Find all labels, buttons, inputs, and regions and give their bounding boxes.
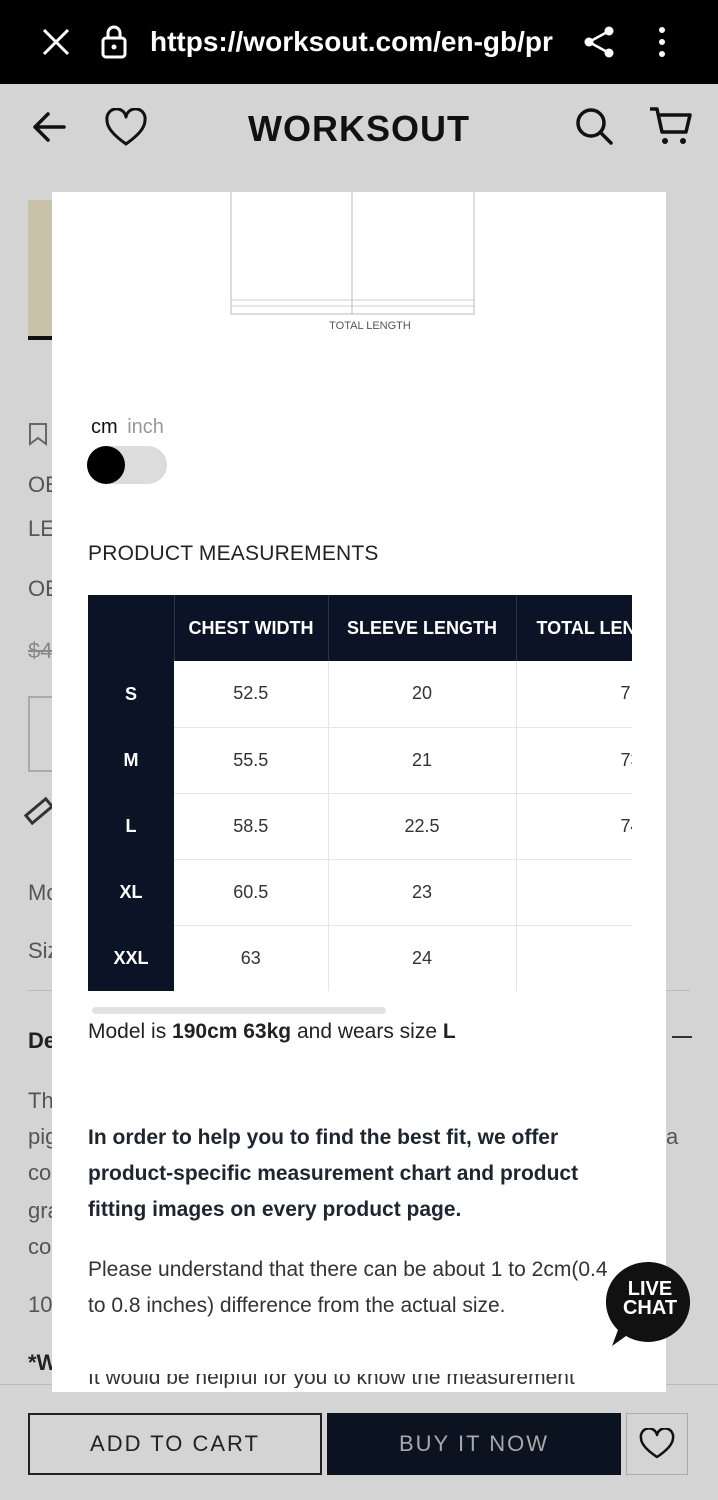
live-chat-label: LIVE CHAT <box>606 1279 694 1319</box>
url-bar[interactable]: https://worksout.com/en-gb/pr <box>150 26 560 58</box>
bg-text-fragment: a <box>666 1124 679 1149</box>
bg-text-fragment: LE <box>28 516 55 541</box>
browser-toolbar: https://worksout.com/en-gb/pr <box>0 0 718 84</box>
table-row: XL 60.5 23 77 <box>88 859 632 926</box>
table-cell: 22.5 <box>328 793 517 860</box>
column-header: CHEST WIDTH <box>174 595 329 661</box>
size-label: L <box>88 793 174 859</box>
bg-text-fragment: co <box>28 1160 52 1185</box>
garment-measurement-diagram <box>230 192 475 315</box>
table-cell: 52.5 <box>174 661 329 728</box>
table-cell: 24 <box>328 925 517 991</box>
lock-icon <box>101 25 127 59</box>
fit-guidance-bold: In order to help you to find the best fi… <box>88 1126 579 1221</box>
size-label: M <box>88 727 174 793</box>
table-row: L 58.5 22.5 74.5 <box>88 793 632 860</box>
measurements-table-scroll[interactable]: CHEST WIDTH SLEEVE LENGTH TOTAL LENGTH S… <box>88 595 632 991</box>
wishlist-button[interactable] <box>626 1413 688 1475</box>
table-cell: 71.5 <box>516 661 632 728</box>
column-header: TOTAL LENGTH <box>516 595 632 661</box>
table-header-row: CHEST WIDTH SLEEVE LENGTH TOTAL LENGTH <box>88 595 632 661</box>
table-cell: 58.5 <box>174 793 329 860</box>
bg-text-fragment: co <box>28 1234 52 1259</box>
column-header: SLEEVE LENGTH <box>328 595 517 661</box>
bg-price-fragment: $4 <box>28 638 53 663</box>
product-measurements-title: PRODUCT MEASUREMENTS <box>88 542 379 565</box>
table-scrollbar[interactable] <box>92 1007 386 1014</box>
table-cell: 60.5 <box>174 859 329 926</box>
live-chat-line2: CHAT <box>622 1297 678 1319</box>
table-cell: 79 <box>516 925 632 991</box>
corner-cell <box>88 595 175 661</box>
cut-off-line: It would be helpful for you to know the … <box>88 1374 575 1388</box>
live-chat-button[interactable]: LIVE CHAT <box>605 1260 694 1348</box>
ruler-icon[interactable] <box>24 796 54 826</box>
table-cell: 74.5 <box>516 793 632 860</box>
toggle-knob <box>87 446 125 484</box>
table-cell: 21 <box>328 727 517 794</box>
search-icon[interactable] <box>574 106 614 146</box>
table-row: S 52.5 20 71.5 <box>88 661 632 728</box>
buy-it-now-button[interactable]: BUY IT NOW <box>327 1413 621 1475</box>
unit-toggle-switch[interactable] <box>87 446 167 484</box>
add-to-cart-button[interactable]: ADD TO CART <box>28 1413 322 1475</box>
table-row: XXL 63 24 79 <box>88 925 632 991</box>
more-options-icon[interactable] <box>650 24 674 60</box>
cut-off-text: It would be helpful for you to know the … <box>88 1374 608 1388</box>
table-cell: 77 <box>516 859 632 926</box>
bg-text-fragment: Th <box>28 1088 54 1113</box>
unit-inch-label: inch <box>127 416 164 438</box>
model-info: Model is 190cm 63kg and wears size L <box>88 1020 456 1044</box>
heart-icon <box>639 1428 675 1459</box>
unit-cm-label: cm <box>91 416 118 438</box>
unit-labels: cm inch <box>91 416 164 439</box>
site-header: WORKSOUT <box>0 84 718 170</box>
diagram-label: TOTAL LENGTH <box>329 320 411 332</box>
table-cell: 73.5 <box>516 727 632 794</box>
model-info-prefix: Model is <box>88 1020 173 1043</box>
table-cell: 55.5 <box>174 727 329 794</box>
model-size: L <box>442 1020 456 1043</box>
table-cell: 20 <box>328 661 517 728</box>
size-label: XL <box>88 859 174 925</box>
bg-text-fragment: 10 <box>28 1292 53 1317</box>
cart-icon[interactable] <box>648 104 692 148</box>
table-cell: 23 <box>328 859 517 926</box>
fit-tolerance-note: Please understand that there can be abou… <box>88 1258 608 1317</box>
model-measurements: 190cm 63kg <box>172 1020 292 1043</box>
size-label: XXL <box>88 925 174 991</box>
bookmark-icon[interactable] <box>28 422 48 446</box>
table-cell: 63 <box>174 925 329 991</box>
collapse-icon[interactable] <box>672 1036 692 1038</box>
model-info-middle: and wears size <box>291 1020 443 1043</box>
size-guide-modal: TOTAL LENGTH cm inch PRODUCT MEASUREMENT… <box>52 192 666 1392</box>
measurements-table: CHEST WIDTH SLEEVE LENGTH TOTAL LENGTH S… <box>88 595 632 991</box>
table-row: M 55.5 21 73.5 <box>88 727 632 794</box>
bottom-action-bar: ADD TO CART BUY IT NOW <box>0 1384 718 1500</box>
close-icon[interactable] <box>38 24 74 60</box>
size-label: S <box>88 661 174 727</box>
share-icon[interactable] <box>582 24 616 60</box>
